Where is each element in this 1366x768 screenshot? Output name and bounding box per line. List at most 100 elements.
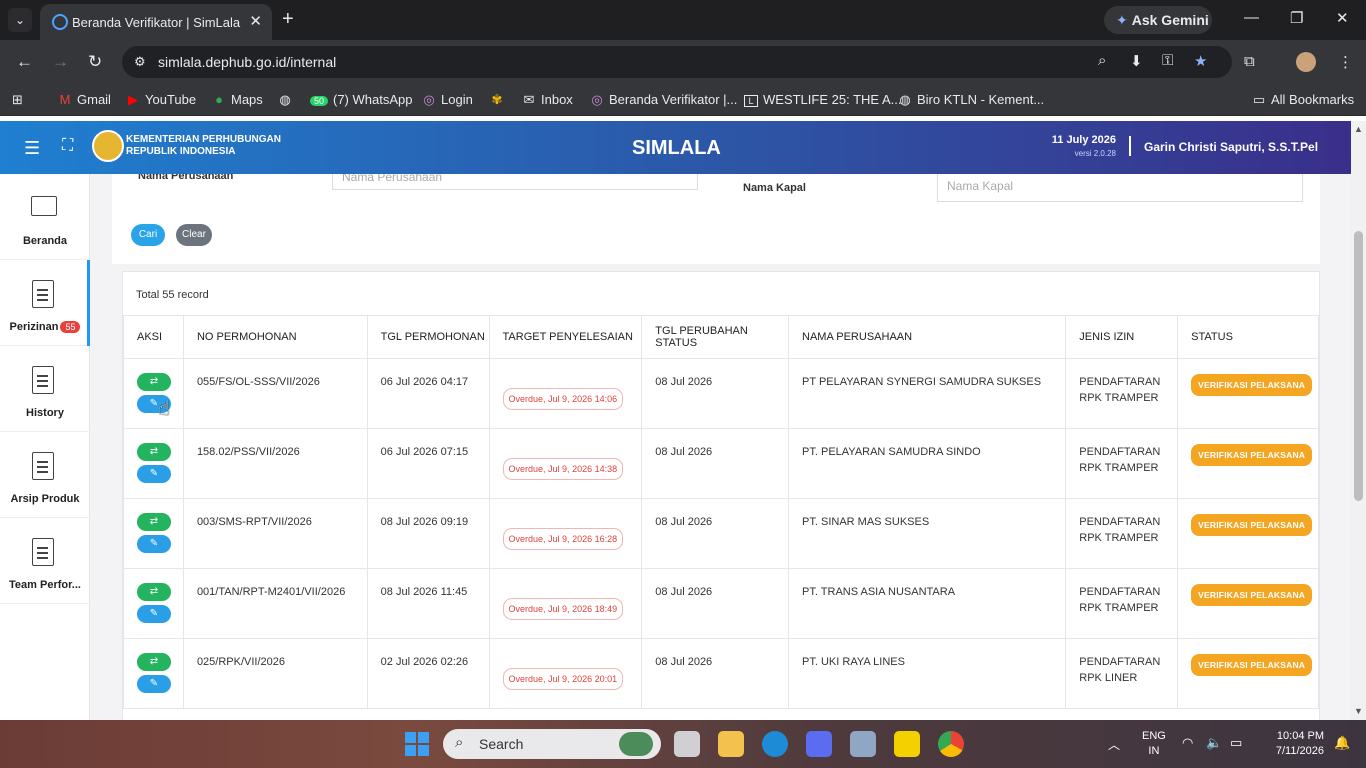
perusahaan-input[interactable]: Nama Perusahaan: [332, 174, 698, 190]
zoom-icon[interactable]: ⌕: [1098, 52, 1106, 69]
sidebar-item-perizinan[interactable]: Perizinan 55: [0, 260, 90, 346]
windows-start-icon[interactable]: [405, 732, 429, 756]
sticky-notes-icon[interactable]: [894, 731, 920, 757]
app-title: SIMLALA: [632, 137, 721, 159]
edit-button[interactable]: ✎: [137, 675, 171, 693]
site-info-icon[interactable]: ⚙: [134, 54, 146, 70]
reload-icon[interactable]: ↻: [88, 52, 102, 72]
transfer-button[interactable]: ⇄: [137, 443, 171, 461]
bookmark-gmail[interactable]: M Gmail: [58, 92, 111, 107]
minimize-icon[interactable]: —: [1244, 9, 1259, 26]
tab-search-icon[interactable]: ⌄: [8, 8, 32, 32]
bookmark-globe[interactable]: ◍: [278, 92, 297, 108]
ask-gemini-button[interactable]: ✦ Ask Gemini: [1104, 6, 1212, 34]
overdue-badge: Overdue, Jul 9, 2026 16:28: [502, 528, 624, 550]
scroll-down-icon[interactable]: ▼: [1354, 706, 1363, 716]
permohonan-table: AKSI NO PERMOHONAN TGL PERMOHONAN TARGET…: [123, 315, 1319, 709]
bookmark-label: Beranda Verifikator |...: [609, 92, 738, 107]
bookmark-westlife[interactable]: L WESTLIFE 25: THE A...: [744, 92, 901, 107]
all-bookmarks[interactable]: ▭ All Bookmarks: [1252, 92, 1354, 108]
browser-menu-icon[interactable]: ⋮: [1338, 53, 1353, 71]
battery-icon[interactable]: ▭: [1230, 735, 1242, 751]
column-header: JENIS IZIN: [1065, 315, 1179, 359]
address-bar[interactable]: ⚙ simlala.dephub.go.id/internal ⌕ ⬇ ⚿ ★: [122, 46, 1232, 78]
camera-app-icon[interactable]: [850, 731, 876, 757]
status-badge: VERIFIKASI PELAKSANA: [1191, 584, 1313, 606]
search-button[interactable]: Cari: [131, 224, 165, 246]
sidebar-item-team-performance[interactable]: Team Perfor...: [0, 518, 90, 604]
transfer-button[interactable]: ⇄: [137, 653, 171, 671]
forward-icon[interactable]: →: [52, 52, 69, 72]
transfer-button[interactable]: ⇄: [137, 373, 171, 391]
language-code: ENG: [1142, 730, 1166, 742]
bookmark-beranda[interactable]: ◎ Beranda Verifikator |...: [590, 92, 737, 108]
extensions-icon[interactable]: ⧉: [1244, 53, 1255, 70]
url-text[interactable]: simlala.dephub.go.id/internal: [158, 54, 336, 70]
izin-line-2: RPK TRAMPER: [1079, 392, 1159, 404]
overdue-badge: Overdue, Jul 9, 2026 14:38: [502, 458, 624, 480]
nama-perusahaan-cell: PT PELAYARAN SYNERGI SAMUDRA SUKSES: [788, 358, 1067, 429]
sidebar-item-beranda[interactable]: Beranda: [0, 174, 90, 260]
install-app-icon[interactable]: ⬇: [1130, 52, 1143, 70]
bookmark-whatsapp[interactable]: 50 (7) WhatsApp: [310, 92, 412, 107]
taskbar-search[interactable]: ⌕ Search: [443, 729, 661, 759]
bookmark-pinwheel[interactable]: ✾: [490, 92, 509, 108]
count-badge: 55: [60, 321, 81, 333]
transfer-button[interactable]: ⇄: [137, 583, 171, 601]
tgl-perubahan-cell: 08 Jul 2026: [641, 638, 790, 709]
browser-tab[interactable]: Beranda Verifikator | SimLala ✕: [40, 4, 272, 40]
bookmark-login[interactable]: ◎ Login: [422, 92, 472, 108]
transfer-button[interactable]: ⇄: [137, 513, 171, 531]
tray-overflow-icon[interactable]: ︿: [1108, 736, 1120, 753]
bookmark-maps[interactable]: ● Maps: [212, 92, 263, 107]
kapal-input[interactable]: Nama Kapal: [937, 174, 1303, 202]
page-scrollbar[interactable]: ▲ ▼: [1351, 121, 1366, 720]
volume-icon[interactable]: 🔈: [1206, 735, 1222, 751]
back-icon[interactable]: ←: [16, 52, 33, 72]
new-tab-icon[interactable]: +: [282, 8, 294, 31]
maximize-icon[interactable]: ❐: [1290, 9, 1303, 27]
window-close-icon[interactable]: ✕: [1336, 9, 1349, 27]
region-code: IN: [1148, 745, 1160, 757]
scroll-up-icon[interactable]: ▲: [1354, 124, 1363, 134]
apps-grid-icon[interactable]: ⊞: [12, 92, 23, 108]
nama-perusahaan-cell: PT. SINAR MAS SUKSES: [788, 498, 1067, 569]
bookmark-inbox[interactable]: ✉ Inbox: [522, 92, 573, 108]
edit-button[interactable]: ✎: [137, 605, 171, 623]
task-view-icon[interactable]: [674, 731, 700, 757]
sidebar: Beranda Perizinan 55 History Arsip Produk…: [0, 174, 90, 720]
input-language[interactable]: ENG IN: [1142, 729, 1166, 759]
notification-icon[interactable]: 🔔: [1334, 735, 1350, 751]
copilot-icon[interactable]: [806, 731, 832, 757]
document-icon: [32, 538, 54, 566]
chrome-icon[interactable]: [938, 731, 964, 757]
bookmark-youtube[interactable]: ▶ YouTube: [126, 92, 196, 108]
clear-button[interactable]: Clear: [176, 224, 212, 246]
column-header: NAMA PERUSAHAAN: [788, 315, 1067, 359]
file-explorer-icon[interactable]: [718, 731, 744, 757]
overdue-badge: Overdue, Jul 9, 2026 14:06: [502, 388, 624, 410]
sidebar-item-history[interactable]: History: [0, 346, 90, 432]
bookmark-star-icon[interactable]: ★: [1194, 52, 1207, 70]
hamburger-menu-icon[interactable]: ☰: [24, 138, 40, 159]
bookmark-biro[interactable]: ◍ Biro KTLN - Kement...: [898, 92, 1044, 108]
fullscreen-icon[interactable]: ⛶: [62, 137, 73, 155]
scroll-thumb[interactable]: [1354, 231, 1363, 501]
wifi-icon[interactable]: ◠: [1182, 735, 1193, 751]
edge-icon[interactable]: [762, 731, 788, 757]
bookmark-label: WESTLIFE 25: THE A...: [763, 92, 902, 107]
sidebar-item-arsip-produk[interactable]: Arsip Produk: [0, 432, 90, 518]
system-clock[interactable]: 10:04 PM 7/11/2026: [1266, 729, 1324, 759]
izin-line-2: RPK TRAMPER: [1079, 532, 1159, 544]
profile-avatar[interactable]: [1296, 52, 1316, 72]
izin-line-2: RPK TRAMPER: [1079, 602, 1159, 614]
tab-close-icon[interactable]: ✕: [249, 12, 262, 30]
status-cell: VERIFIKASI PELAKSANA: [1177, 568, 1319, 639]
jenis-izin-cell: PENDAFTARAN RPK TRAMPER: [1065, 428, 1179, 499]
password-key-icon[interactable]: ⚿: [1162, 52, 1173, 69]
user-name[interactable]: Garin Christi Saputri, S.S.T.Pel: [1144, 140, 1318, 154]
aksi-cell: ⇄ ✎: [123, 498, 184, 569]
edit-button[interactable]: ✎: [137, 535, 171, 553]
edit-button[interactable]: ✎: [137, 465, 171, 483]
jenis-izin-cell: PENDAFTARAN RPK TRAMPER: [1065, 498, 1179, 569]
